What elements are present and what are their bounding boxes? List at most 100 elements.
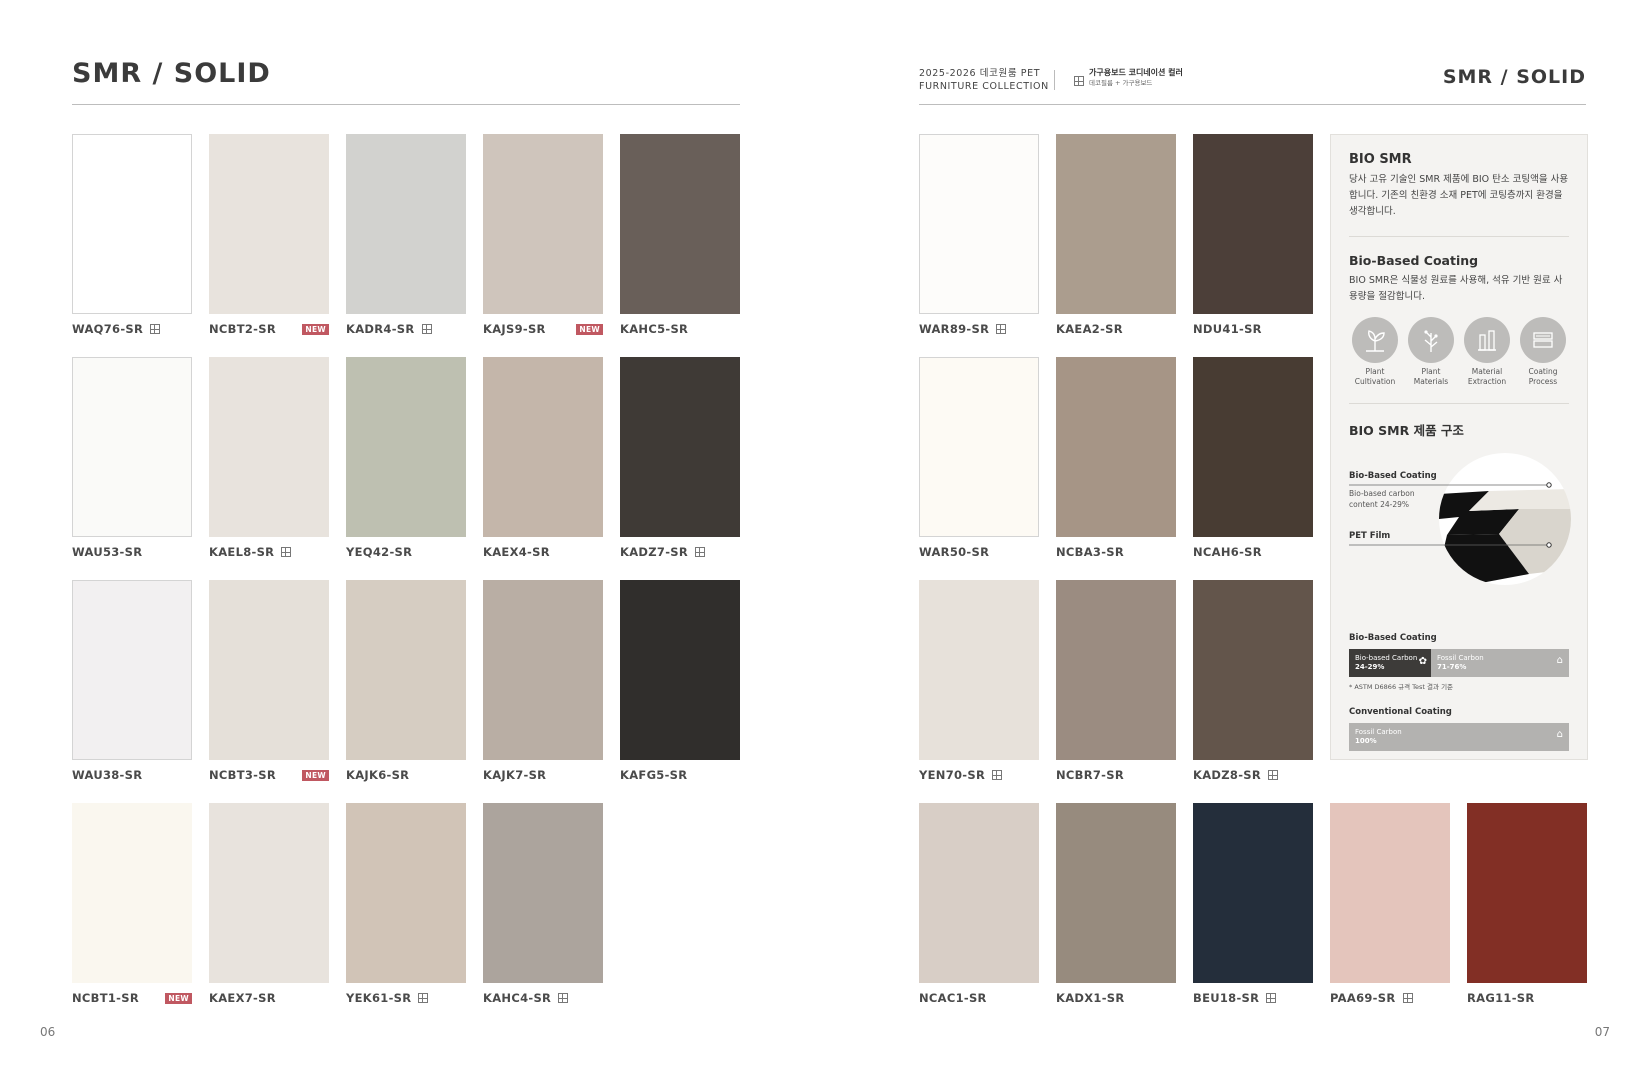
board-grid-icon [996,324,1007,334]
color-swatch-card[interactable]: YEK61-SR [346,803,466,1009]
color-swatch-card[interactable]: PAA69-SR [1330,803,1450,1009]
swatch-label-row: PAA69-SR [1330,987,1450,1009]
color-swatch-card[interactable]: NCBA3-SR [1056,357,1176,563]
board-grid-icon [1266,993,1277,1003]
swatch-label-row: KAFG5-SR [620,764,740,786]
swatch-code: KADZ8-SR [1193,768,1262,782]
color-swatch [72,580,192,760]
color-swatch-card[interactable]: YEQ42-SR [346,357,466,563]
swatch-code: KAJS9-SR [483,322,546,336]
swatch-label-row: NCBT3-SR NEW [209,764,329,786]
coating-process-icon [1520,317,1566,363]
color-swatch-card[interactable]: KADZ7-SR [620,357,740,563]
color-swatch [1056,803,1176,983]
right-page-title: SMR / SOLID [1442,66,1586,88]
swatch-code: WAQ76-SR [72,322,144,336]
swatch-code: WAU38-SR [72,768,143,782]
swatch-label-row: NCBT1-SR NEW [72,987,192,1009]
bio-based-coating-heading: Bio-Based Coating [1349,253,1479,268]
swatch-label-row: RAG11-SR [1467,987,1587,1009]
collection-name-line: FURNITURE COLLECTION [919,81,1049,92]
swatch-label-row: NCBA3-SR [1056,541,1176,563]
color-swatch-card[interactable]: NCAH6-SR [1193,357,1313,563]
color-swatch-card[interactable]: KAJK6-SR [346,580,466,786]
layer-bio-coating-sub: Bio-based carbon content 24-29% [1349,489,1415,509]
color-swatch-card[interactable]: WAQ76-SR [72,134,192,340]
new-badge: NEW [302,769,329,781]
swatch-label-row: KADX1-SR [1056,987,1176,1009]
board-grid-icon [1074,71,1084,90]
bio-smr-heading: BIO SMR [1349,152,1412,167]
color-swatch-card[interactable]: KAFG5-SR [620,580,740,786]
color-swatch-card[interactable]: KAHC5-SR [620,134,740,340]
board-grid-icon [1402,993,1413,1003]
color-swatch-card[interactable]: KAEX7-SR [209,803,329,1009]
color-swatch-card[interactable]: KAEX4-SR [483,357,603,563]
swatch-code: NCBA3-SR [1056,545,1125,559]
color-swatch [72,803,192,983]
color-swatch [346,803,466,983]
bio-coating-bar-title: Bio-Based Coating [1349,633,1437,643]
color-swatch-card[interactable]: WAU38-SR [72,580,192,786]
board-grid-icon [992,770,1003,780]
color-swatch [72,357,192,537]
color-swatch [483,134,603,314]
color-swatch [1056,357,1176,537]
swatch-code: KAEL8-SR [209,545,275,559]
color-swatch-card[interactable]: WAR89-SR [919,134,1039,340]
swatch-label-row: KADZ7-SR [620,541,740,563]
color-swatch-card[interactable]: KAEA2-SR [1056,134,1176,340]
color-swatch [1467,803,1587,983]
color-swatch-card[interactable]: BEU18-SR [1193,803,1313,1009]
color-swatch [919,580,1039,760]
swatch-code: NCBT2-SR [209,322,276,336]
color-swatch [209,580,329,760]
swatch-code: PAA69-SR [1330,991,1396,1005]
right-page-number: 07 [1594,1025,1610,1039]
factory-icon: ⌂ [1556,729,1563,740]
left-page-number: 06 [40,1025,56,1039]
color-swatch-card[interactable]: KADR4-SR [346,134,466,340]
swatch-code: BEU18-SR [1193,991,1260,1005]
bio-smr-panel: BIO SMR 당사 고유 기술인 SMR 제품에 BIO 탄소 코팅액을 사용… [1330,134,1588,760]
swatch-code: KADX1-SR [1056,991,1125,1005]
swatch-label-row: YEQ42-SR [346,541,466,563]
fossil-carbon-segment: Fossil Carbon 100% ⌂ [1349,723,1569,751]
color-swatch-card[interactable]: KAJK7-SR [483,580,603,786]
swatch-code: RAG11-SR [1467,991,1535,1005]
color-swatch [919,357,1039,537]
swatch-code: NDU41-SR [1193,322,1262,336]
swatch-code: KADZ7-SR [620,545,689,559]
color-swatch [483,803,603,983]
color-swatch-card[interactable]: NCBT2-SR NEW [209,134,329,340]
collection-year-line: 2025-2026 데코원룸 PET [919,68,1041,79]
bio-coating-carbon-bar: Bio-based Carbon 24-29% ✿ Fossil Carbon 71… [1349,649,1569,677]
color-swatch [1056,580,1176,760]
color-swatch-card[interactable]: WAU53-SR [72,357,192,563]
color-swatch-card[interactable]: NDU41-SR [1193,134,1313,340]
color-swatch-card[interactable]: NCAC1-SR [919,803,1039,1009]
panel-divider [1349,236,1569,237]
color-swatch-card[interactable]: NCBR7-SR [1056,580,1176,786]
color-swatch-card[interactable]: KADZ8-SR [1193,580,1313,786]
color-swatch-card[interactable]: NCBT1-SR NEW [72,803,192,1009]
color-swatch-card[interactable]: RAG11-SR [1467,803,1587,1009]
swatch-code: WAU53-SR [72,545,143,559]
new-badge: NEW [302,323,329,335]
color-swatch [209,803,329,983]
color-swatch-card[interactable]: KAHC4-SR [483,803,603,1009]
fossil-carbon-segment: Fossil Carbon 71-76% ⌂ [1431,649,1569,677]
color-swatch-card[interactable]: KADX1-SR [1056,803,1176,1009]
board-grid-icon [281,547,292,557]
swatch-code: YEQ42-SR [346,545,413,559]
color-swatch-card[interactable]: WAR50-SR [919,357,1039,563]
swatch-label-row: NCBT2-SR NEW [209,318,329,340]
color-swatch [346,357,466,537]
board-grid-icon [1268,770,1279,780]
color-swatch-card[interactable]: KAEL8-SR [209,357,329,563]
collection-header: 2025-2026 데코원룸 PET FURNITURE COLLECTION [919,67,1049,93]
color-swatch-card[interactable]: NCBT3-SR NEW [209,580,329,786]
color-swatch-card[interactable]: YEN70-SR [919,580,1039,786]
color-swatch-card[interactable]: KAJS9-SR NEW [483,134,603,340]
swatch-label-row: NDU41-SR [1193,318,1313,340]
